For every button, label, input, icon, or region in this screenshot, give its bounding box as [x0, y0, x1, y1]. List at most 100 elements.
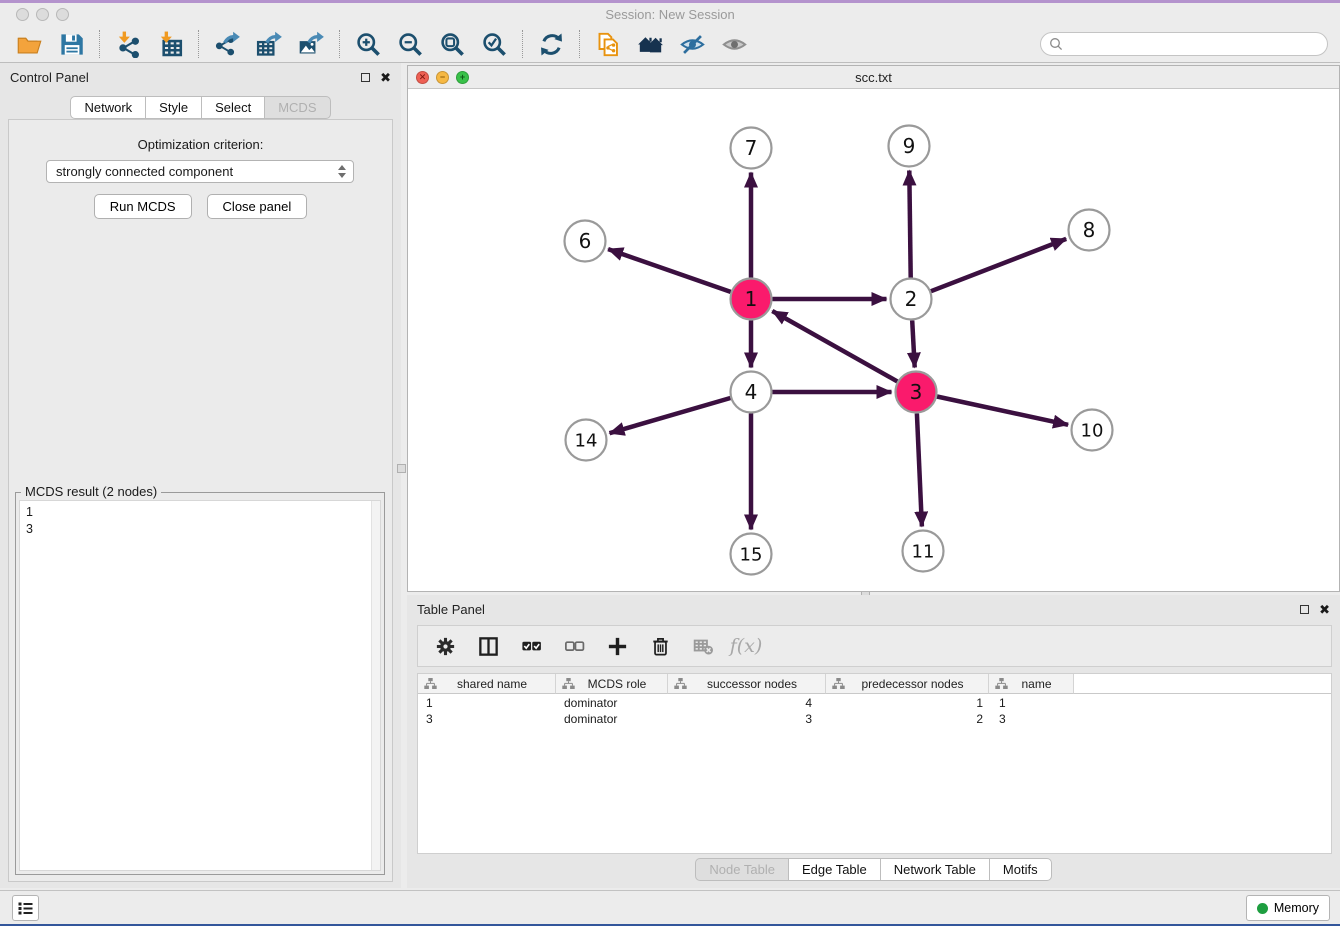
import-network-button[interactable]: [107, 29, 149, 60]
column-header-shared-name[interactable]: shared name: [418, 674, 556, 694]
zoom-selected-button[interactable]: [473, 29, 515, 60]
import-table-button[interactable]: [149, 29, 191, 60]
column-header-predecessor-nodes[interactable]: predecessor nodes: [826, 674, 989, 694]
optimization-criterion-label: Optimization criterion:: [9, 137, 392, 152]
svg-text:9: 9: [903, 134, 916, 158]
edge-3-11[interactable]: [917, 414, 922, 527]
edge-2-9[interactable]: [909, 171, 910, 278]
result-scrollbar[interactable]: [371, 501, 380, 870]
zoom-window-icon[interactable]: [56, 8, 69, 21]
delete-row-icon: [649, 635, 672, 658]
cell-mcds-role[interactable]: dominator: [556, 712, 668, 728]
table-row-2[interactable]: 3dominator323: [418, 712, 1331, 728]
zoom-out-button[interactable]: [389, 29, 431, 60]
node-15[interactable]: 15: [731, 534, 772, 575]
minimize-window-icon[interactable]: [36, 8, 49, 21]
node-4[interactable]: 4: [731, 372, 772, 413]
edge-3-1[interactable]: [772, 311, 897, 381]
cell-name[interactable]: 3: [989, 712, 1074, 728]
column-header-mcds-role[interactable]: MCDS role: [556, 674, 668, 694]
add-row-icon: [606, 635, 629, 658]
vertical-splitter-handle[interactable]: [397, 464, 406, 473]
close-window-icon[interactable]: [16, 8, 29, 21]
hide-graphics-button[interactable]: [671, 29, 713, 60]
home-button[interactable]: [629, 29, 671, 60]
table-row-1[interactable]: 1dominator411: [418, 696, 1331, 712]
search-box[interactable]: [1040, 32, 1328, 56]
node-8[interactable]: 8: [1069, 210, 1110, 251]
edge-1-6[interactable]: [608, 249, 731, 292]
node-14[interactable]: 14: [566, 420, 607, 461]
tab-network-table[interactable]: Network Table: [880, 858, 990, 881]
new-network-button[interactable]: [587, 29, 629, 60]
zoom-fit-button[interactable]: [431, 29, 473, 60]
close-table-panel-icon[interactable]: [1319, 603, 1330, 616]
show-graphics-button[interactable]: [713, 29, 755, 60]
network-canvas[interactable]: 1 2 3 4 6 7 8 9 10 11 14 15: [408, 90, 1339, 592]
tab-network[interactable]: Network: [70, 96, 146, 119]
tab-edge-table[interactable]: Edge Table: [788, 858, 881, 881]
net-window-minimize-icon[interactable]: −: [436, 71, 449, 84]
node-10[interactable]: 10: [1072, 410, 1113, 451]
close-panel-button[interactable]: Close panel: [207, 194, 308, 219]
cell-predecessor-nodes[interactable]: 2: [826, 712, 989, 728]
cell-successor-nodes[interactable]: 4: [668, 696, 826, 712]
criterion-select[interactable]: strongly connected component: [46, 160, 354, 183]
tab-mcds[interactable]: MCDS: [264, 96, 330, 119]
tab-select[interactable]: Select: [201, 96, 265, 119]
column-header-name[interactable]: name: [989, 674, 1074, 694]
zoom-in-icon: [355, 31, 382, 58]
delete-row-button[interactable]: [643, 630, 677, 662]
status-bar: Memory: [0, 890, 1340, 924]
tab-motifs[interactable]: Motifs: [989, 858, 1052, 881]
node-3[interactable]: 3: [896, 372, 937, 413]
function-builder-icon: f(x): [730, 635, 763, 657]
node-2[interactable]: 2: [891, 279, 932, 320]
node-1[interactable]: 1: [731, 279, 772, 320]
cell-successor-nodes[interactable]: 3: [668, 712, 826, 728]
network-canvas-container[interactable]: 1 2 3 4 6 7 8 9 10 11 14 15: [408, 90, 1339, 591]
edge-2-3[interactable]: [912, 321, 915, 368]
save-session-button[interactable]: [50, 29, 92, 60]
open-session-button[interactable]: [8, 29, 50, 60]
save-session-icon: [58, 31, 85, 58]
search-input[interactable]: [1068, 37, 1319, 51]
svg-text:4: 4: [745, 380, 758, 404]
node-6[interactable]: 6: [565, 221, 606, 262]
tree-icon: [424, 678, 437, 690]
tab-node-table[interactable]: Node Table: [695, 858, 789, 881]
close-panel-icon[interactable]: [380, 71, 391, 84]
net-window-close-icon[interactable]: ✕: [416, 71, 429, 84]
settings-button[interactable]: [428, 630, 462, 662]
export-table-button[interactable]: [248, 29, 290, 60]
mcds-result-area[interactable]: 1 3: [19, 500, 381, 871]
edge-2-8[interactable]: [931, 239, 1066, 291]
column-header-successor-nodes[interactable]: successor nodes: [668, 674, 826, 694]
cell-name[interactable]: 1: [989, 696, 1074, 712]
edge-3-10[interactable]: [937, 397, 1068, 425]
cell-shared-name[interactable]: 3: [418, 712, 556, 728]
net-window-zoom-icon[interactable]: +: [456, 71, 469, 84]
node-7[interactable]: 7: [731, 128, 772, 169]
export-image-button[interactable]: [290, 29, 332, 60]
zoom-in-button[interactable]: [347, 29, 389, 60]
select-all-button[interactable]: [514, 630, 548, 662]
node-9[interactable]: 9: [889, 126, 930, 167]
add-row-button[interactable]: [600, 630, 634, 662]
main-toolbar-container: [0, 26, 1340, 63]
memory-button[interactable]: Memory: [1246, 895, 1330, 921]
edge-4-14[interactable]: [610, 398, 731, 433]
task-history-button[interactable]: [12, 895, 39, 921]
cell-predecessor-nodes[interactable]: 1: [826, 696, 989, 712]
float-panel-icon[interactable]: [361, 73, 370, 82]
float-table-panel-icon[interactable]: [1300, 605, 1309, 614]
tab-style[interactable]: Style: [145, 96, 202, 119]
unselect-all-button[interactable]: [557, 630, 591, 662]
cell-mcds-role[interactable]: dominator: [556, 696, 668, 712]
run-mcds-button[interactable]: Run MCDS: [94, 194, 192, 219]
refresh-button[interactable]: [530, 29, 572, 60]
node-11[interactable]: 11: [903, 531, 944, 572]
cell-shared-name[interactable]: 1: [418, 696, 556, 712]
columns-button[interactable]: [471, 630, 505, 662]
export-network-button[interactable]: [206, 29, 248, 60]
